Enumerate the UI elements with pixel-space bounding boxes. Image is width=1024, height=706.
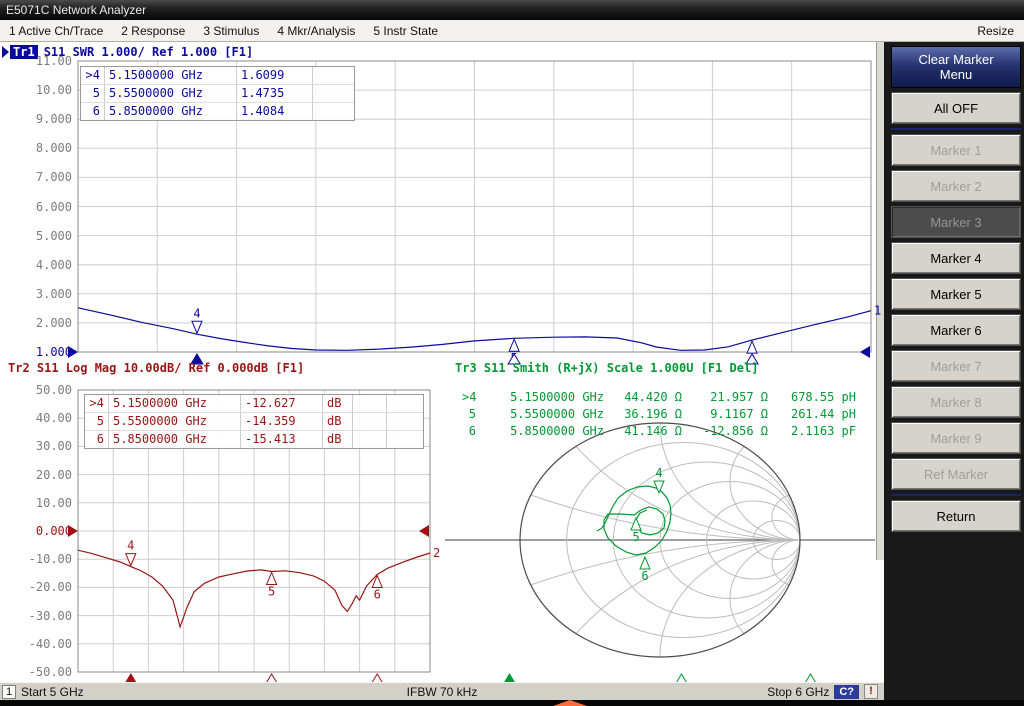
softkey-marker-6[interactable]: Marker 6 (891, 314, 1021, 346)
marker-4-number: 4 (127, 539, 134, 553)
marker-6-glyph (372, 575, 382, 587)
marker-5-number: 5 (268, 584, 275, 598)
status-bar: 1 Start 5 GHz IFBW 70 kHz Stop 6 GHz C? … (0, 682, 884, 700)
correction-status-badge: C? (834, 685, 859, 699)
softkey-ref-marker: Ref Marker (891, 458, 1021, 490)
softkey-return[interactable]: Return (891, 500, 1021, 532)
stop-frequency-label: Stop 6 GHz (767, 685, 829, 699)
marker-5-number: 5 (632, 530, 639, 544)
tr3-plot: 4 5 6 (445, 423, 875, 684)
marker-5-glyph (267, 572, 277, 584)
start-frequency-label: Start 5 GHz (21, 685, 84, 699)
softkey-marker-8: Marker 8 (891, 386, 1021, 418)
trace1-header[interactable]: Tr1 S11 SWR 1.000/ Ref 1.000 [F1] (2, 44, 253, 60)
softkey-menu: Clear Marker Menu All OFF Marker 1 Marker … (884, 42, 1024, 706)
softkey-all-off[interactable]: All OFF (891, 92, 1021, 124)
marker-4-glyph (654, 481, 664, 493)
plots-canvas: 14562456456 (0, 0, 884, 706)
ifbw-label: IFBW 70 kHz (0, 685, 884, 699)
trace1-badge: Tr1 (10, 45, 38, 59)
marker-6-number: 6 (641, 569, 648, 583)
app-window: E5071C Network Analyzer 1 Active Ch/Trac… (0, 0, 1024, 706)
taskbar-peek-icon (553, 700, 587, 706)
marker-4-number: 4 (193, 306, 200, 320)
menu-resize[interactable]: Resize (967, 24, 1024, 38)
tr2-grid (78, 390, 430, 672)
marker-6-glyph (747, 341, 757, 353)
trace2-header[interactable]: Tr2 S11 Log Mag 10.00dB/ Ref 0.000dB [F1… (8, 361, 304, 377)
softkey-marker-5[interactable]: Marker 5 (891, 278, 1021, 310)
softkey-marker-1: Marker 1 (891, 134, 1021, 166)
marker-4-glyph (192, 321, 202, 333)
alert-indicator: ! (864, 684, 878, 699)
softkey-separator (891, 128, 1021, 130)
softkey-marker-9: Marker 9 (891, 422, 1021, 454)
bottom-strip (0, 700, 1024, 706)
softkey-menu-title-line2: Menu (892, 67, 1020, 82)
marker-6-number: 6 (374, 587, 381, 601)
softkey-menu-title-line1: Clear Marker (892, 52, 1020, 67)
marker-5-glyph (631, 518, 641, 530)
tr1-end-label: 1 (874, 304, 881, 318)
marker-6-glyph (640, 557, 650, 569)
tr2-end-label: 2 (433, 546, 440, 560)
channel-number-box: 1 (2, 685, 16, 699)
softkey-separator (891, 494, 1021, 496)
active-trace-arrow-icon (2, 46, 9, 58)
softkey-marker-3[interactable]: Marker 3 (891, 206, 1021, 238)
ref-level-arrow-left (68, 346, 78, 358)
softkey-marker-2: Marker 2 (891, 170, 1021, 202)
ref-level-arrow-left (68, 525, 78, 537)
softkey-menu-title: Clear Marker Menu (891, 46, 1021, 88)
softkey-marker-4[interactable]: Marker 4 (891, 242, 1021, 274)
trace1-header-text: S11 SWR 1.000/ Ref 1.000 [F1] (44, 45, 254, 59)
ref-level-arrow-right (860, 346, 870, 358)
ref-level-arrow-right (419, 525, 429, 537)
marker-4-number: 4 (655, 466, 662, 480)
marker-5-glyph (509, 339, 519, 351)
trace3-header[interactable]: Tr3 S11 Smith (R+jX) Scale 1.000U [F1 De… (455, 361, 758, 377)
softkey-marker-7: Marker 7 (891, 350, 1021, 382)
